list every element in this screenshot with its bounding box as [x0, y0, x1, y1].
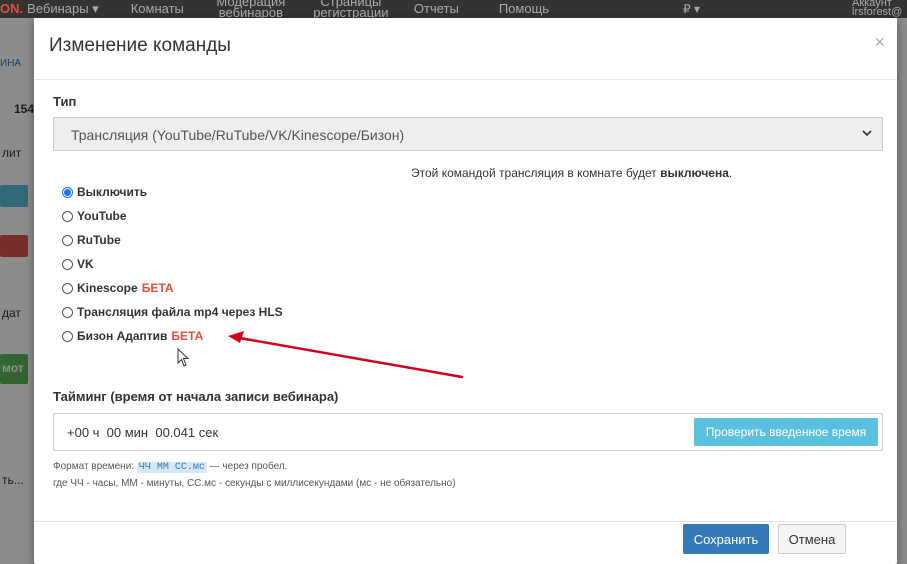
nav-brand[interactable]: ON. [0, 0, 23, 18]
radio-unchecked-icon[interactable] [62, 282, 73, 294]
annotation-arrow-icon [228, 331, 464, 379]
radio-label: RuTube [77, 233, 121, 247]
nav-item-moderation[interactable]: Модерация вебинаров [216, 0, 286, 18]
radio-option-kinescope[interactable]: Kinescope БЕТА [62, 276, 283, 300]
account-line2: lrsforest@ [852, 6, 903, 18]
chevron-down-icon [862, 130, 872, 137]
radio-label: Выключить [77, 185, 148, 199]
radio-option-rutube[interactable]: RuTube [62, 228, 283, 252]
hint-code: ЧЧ ММ СС.мс [136, 462, 207, 473]
close-button[interactable]: × [874, 32, 885, 53]
save-button[interactable]: Сохранить [683, 524, 769, 554]
account-menu[interactable]: Аккаунт lrsforest@ [852, 0, 903, 18]
nav-item-help[interactable]: Помощь [499, 0, 549, 18]
beta-badge: БЕТА [141, 281, 174, 295]
radio-unchecked-icon[interactable] [62, 330, 73, 342]
hint-suffix: — через пробел. [206, 461, 288, 472]
hint-prefix: Формат времени: [53, 461, 137, 472]
radio-option-disable[interactable]: Выключить [62, 180, 283, 204]
time-format-explanation: где ЧЧ - часы, ММ - минуты, СС.мс - секу… [53, 478, 456, 489]
beta-badge: БЕТА [171, 329, 204, 343]
top-navbar: ON. Вебинары ▾ Комнаты Модерация вебинар… [0, 0, 907, 18]
timing-label: Тайминг (время от начала записи вебинара… [53, 389, 339, 404]
timing-field: Проверить введенное время [53, 413, 883, 451]
check-time-button[interactable]: Проверить введенное время [694, 418, 878, 446]
radio-label: Трансляция файла mp4 через HLS [77, 305, 283, 319]
info-text: Этой командой трансляция в комнате будет… [411, 166, 732, 180]
info-text-prefix: Этой командой трансляция в комнате будет [411, 166, 661, 180]
radio-label: Бизон Адаптив [77, 329, 168, 343]
type-select[interactable]: Трансляция (YouTube/RuTube/VK/Kinescope/… [53, 117, 883, 151]
radio-option-youtube[interactable]: YouTube [62, 204, 283, 228]
radio-label: VK [77, 257, 94, 271]
info-text-suffix: . [728, 166, 733, 180]
nav-item-reports[interactable]: Отчеты [414, 0, 459, 18]
radio-option-vk[interactable]: VK [62, 252, 283, 276]
nav-item-webinars[interactable]: Вебинары ▾ [27, 0, 99, 18]
radio-unchecked-icon[interactable] [62, 234, 73, 246]
type-select-value: Трансляция (YouTube/RuTube/VK/Kinescope/… [71, 127, 405, 143]
mouse-cursor-icon [177, 348, 190, 367]
modal-header: Изменение команды × [34, 18, 897, 80]
edit-command-modal: Изменение команды × Тип Трансляция (YouT… [34, 18, 897, 564]
radio-unchecked-icon[interactable] [62, 258, 73, 270]
radio-unchecked-icon[interactable] [62, 210, 73, 222]
nav-item-rooms[interactable]: Комнаты [131, 0, 184, 18]
radio-label: YouTube [77, 209, 127, 223]
type-label: Тип [53, 94, 77, 109]
time-format-hint: Формат времени: ЧЧ ММ СС.мс — через проб… [53, 461, 287, 473]
radio-checked-icon[interactable] [62, 186, 73, 198]
info-text-bold: выключена [660, 166, 729, 180]
currency-dropdown[interactable]: ₽ ▾ [683, 0, 700, 18]
modal-title: Изменение команды [49, 35, 231, 56]
radio-label: Kinescope [77, 281, 138, 295]
timing-input[interactable] [67, 425, 467, 440]
radio-unchecked-icon[interactable] [62, 306, 73, 318]
nav-item-registration-pages[interactable]: Страницы регистрации [312, 0, 390, 18]
cancel-button[interactable]: Отмена [778, 524, 846, 554]
radio-option-hls-mp4[interactable]: Трансляция файла mp4 через HLS [62, 300, 283, 324]
